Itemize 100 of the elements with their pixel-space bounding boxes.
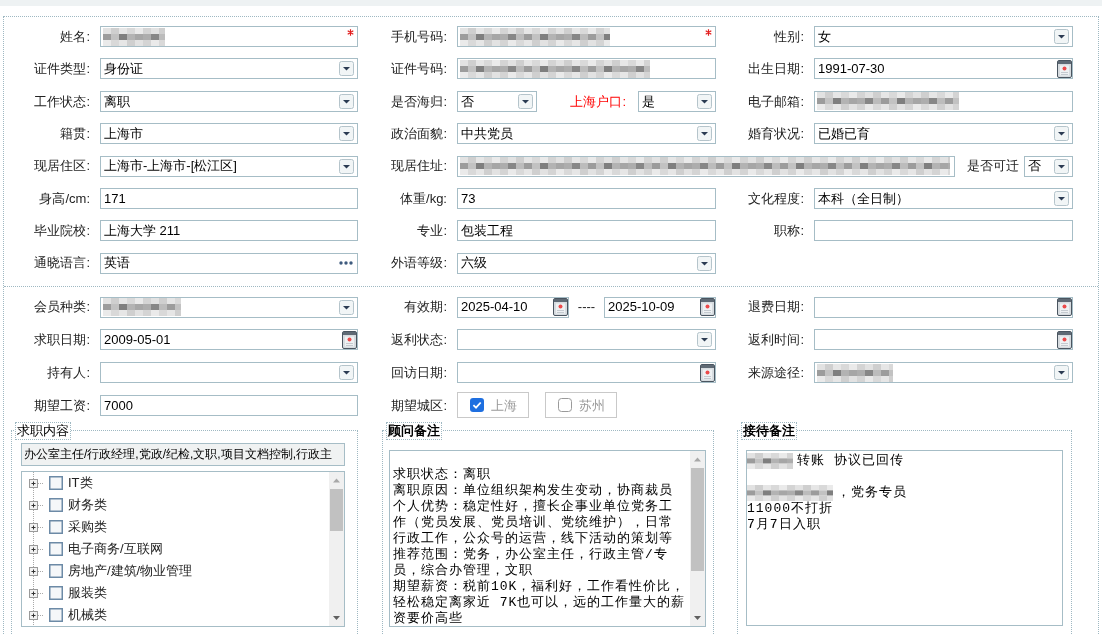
text-input[interactable] — [457, 155, 955, 177]
tree-list[interactable]: IT类 财务类 采购类 电子商务/互联网 房地产/建筑/物业管理 服装类 机械类 — [21, 470, 345, 627]
tree-item[interactable]: 财务类 — [22, 493, 329, 516]
field-label: 上海户口: — [570, 92, 626, 111]
selected-jobs-field[interactable]: 办公室主任/行政经理,党政/纪检,文职,项目文档控制,行政主 — [21, 442, 345, 466]
tree-item[interactable]: 电子商务/互联网 — [22, 537, 329, 560]
field-label: 期望城区: — [391, 396, 447, 415]
dropdown-icon[interactable] — [1054, 190, 1069, 206]
scrollbar-thumb[interactable] — [691, 467, 704, 571]
field-label: 会员种类: — [34, 298, 90, 317]
dropdown-icon[interactable] — [339, 93, 354, 109]
field-label: 文化程度: — [748, 189, 804, 208]
lookup-input[interactable]: 英语 — [100, 252, 358, 274]
dropdown-select[interactable]: 六级 — [457, 252, 716, 274]
date-input[interactable] — [814, 296, 1073, 318]
dropdown-icon[interactable] — [1054, 365, 1069, 381]
dropdown-icon[interactable] — [1054, 126, 1069, 142]
text-input[interactable] — [814, 90, 1073, 112]
dropdown-select[interactable]: 否 — [1024, 155, 1073, 177]
field-label: 工作状态: — [34, 92, 90, 111]
dropdown-icon[interactable] — [697, 332, 712, 348]
dropdown-select[interactable]: 上海市-上海市-[松江区] — [100, 155, 358, 177]
calendar-icon[interactable] — [342, 330, 357, 349]
date-input[interactable] — [457, 362, 716, 384]
dropdown-icon[interactable] — [339, 299, 354, 315]
date-input[interactable]: 2025-04-10 — [457, 296, 569, 318]
dropdown-icon[interactable] — [697, 93, 712, 109]
date-input[interactable] — [814, 329, 1073, 351]
dropdown-select[interactable]: 身份证 — [100, 58, 358, 80]
field-label: 返利时间: — [748, 331, 804, 350]
checkbox[interactable] — [49, 585, 63, 600]
field-label: 是否可迁 — [967, 157, 1019, 176]
field-label: 外语等级: — [391, 254, 447, 273]
checkbox[interactable] — [557, 398, 572, 413]
text-input[interactable]: 上海大学 211 — [100, 220, 358, 242]
field-label: 退费日期: — [748, 298, 804, 317]
dropdown-select[interactable]: 离职 — [100, 90, 358, 112]
dropdown-select[interactable]: 否 — [457, 90, 537, 112]
dropdown-icon[interactable] — [697, 255, 712, 271]
scrollbar[interactable] — [690, 450, 705, 626]
notes-textarea[interactable]: 求职状态：离职 离职原因：单位组织架构发生变动，协商裁员 个人优势：稳定性好，擅长企事业单位党务工作（党员发展、党员培训、党统维护），日常行政工作，公众号的运营，线下活动的策划等 推荐范围：党务，办公室主任，行政主管/专员，综合办管理，文职 期望薪资：税前10K，福利好，工作看性价比，轻松稳定离家近 7K也可以，远的工作量大的薪资要价高些 — [389, 449, 706, 627]
text-input[interactable] — [814, 220, 1073, 242]
dropdown-select[interactable]: 是 — [638, 90, 716, 112]
dropdown-icon[interactable] — [518, 93, 533, 109]
more-icon[interactable] — [339, 261, 353, 266]
reception-notes-textarea[interactable]: 转账 协议已回传 ，党务专员 11000不打折 7月7日入职 — [746, 449, 1063, 626]
field-label: 返利状态: — [391, 331, 447, 350]
field-label: 电子邮箱: — [748, 92, 804, 111]
note-line: 离职原因：单位组织架构发生变动，协商裁员 — [393, 482, 674, 499]
dropdown-icon[interactable] — [1054, 158, 1069, 174]
dropdown-icon[interactable] — [339, 158, 354, 174]
dropdown-icon[interactable] — [1054, 29, 1069, 44]
tree-item[interactable]: 房地产/建筑/物业管理 — [22, 559, 329, 582]
date-input[interactable]: 1991-07-30 — [814, 58, 1073, 80]
dropdown-select[interactable]: 女 — [814, 26, 1073, 47]
field-label: 来源途径: — [748, 363, 804, 382]
dropdown-select[interactable]: 已婚已育 — [814, 123, 1073, 145]
note-line: 期望薪资：税前10K，福利好，工作看性价比，轻松稳定离家近 7K也可以，远的工作量大的薪资要价高些 — [393, 578, 687, 627]
field-label: 毕业院校: — [34, 222, 90, 241]
field-label: 出生日期: — [748, 60, 804, 79]
text-input[interactable] — [457, 58, 716, 80]
text-input[interactable]: 73 — [457, 187, 716, 209]
calendar-icon[interactable] — [553, 298, 568, 317]
dropdown-select[interactable]: 中共党员 — [457, 123, 716, 145]
text-input[interactable] — [457, 26, 716, 47]
note-line: 个人优势：稳定性好，擅长企事业单位党务工作（党员发展、党员培训、党统维护），日常行政工作，公众号的运营，线下活动的策划等 — [393, 498, 674, 547]
text-input[interactable] — [100, 26, 358, 47]
calendar-icon[interactable] — [1057, 59, 1072, 78]
dropdown-icon[interactable] — [339, 61, 354, 77]
checkbox[interactable] — [49, 607, 63, 622]
dropdown-select[interactable]: 上海市 — [100, 123, 358, 145]
calendar-icon[interactable] — [1057, 330, 1072, 349]
text-input[interactable]: 7000 — [100, 394, 358, 416]
date-input[interactable]: 2009-05-01 — [100, 329, 358, 351]
tree-item[interactable]: 机械类 — [22, 603, 329, 626]
text-input[interactable]: 171 — [100, 187, 358, 209]
checkbox[interactable] — [49, 541, 63, 556]
checkbox[interactable] — [49, 475, 63, 490]
field-label: 政治面貌: — [391, 124, 447, 143]
group-legend: 求职内容 — [15, 421, 71, 440]
calendar-icon[interactable] — [1057, 298, 1072, 317]
date-input[interactable]: 2025-10-09 — [604, 296, 716, 318]
scrollbar-thumb[interactable] — [330, 488, 343, 531]
calendar-icon[interactable] — [700, 363, 715, 382]
dropdown-icon[interactable] — [339, 365, 354, 381]
dropdown-select[interactable]: 本科（全日制） — [814, 187, 1073, 209]
tree-item[interactable]: 采购类 — [22, 515, 329, 538]
dropdown-icon[interactable] — [697, 126, 712, 142]
dropdown-icon[interactable] — [339, 126, 354, 142]
checkbox[interactable] — [49, 563, 63, 578]
scrollbar[interactable] — [329, 471, 344, 626]
note-line: ，党务专员 — [837, 484, 907, 501]
note-line: 推荐范围：党务，办公室主任，行政主管/专员，综合办管理，文职 — [393, 546, 669, 579]
text-input[interactable]: 包装工程 — [457, 220, 716, 242]
checkbox[interactable] — [49, 519, 63, 534]
tree-item[interactable]: IT类 — [22, 471, 329, 494]
tree-item[interactable]: 服装类 — [22, 581, 329, 604]
checkbox[interactable] — [469, 398, 484, 413]
calendar-icon[interactable] — [700, 298, 715, 317]
checkbox[interactable] — [49, 497, 63, 512]
